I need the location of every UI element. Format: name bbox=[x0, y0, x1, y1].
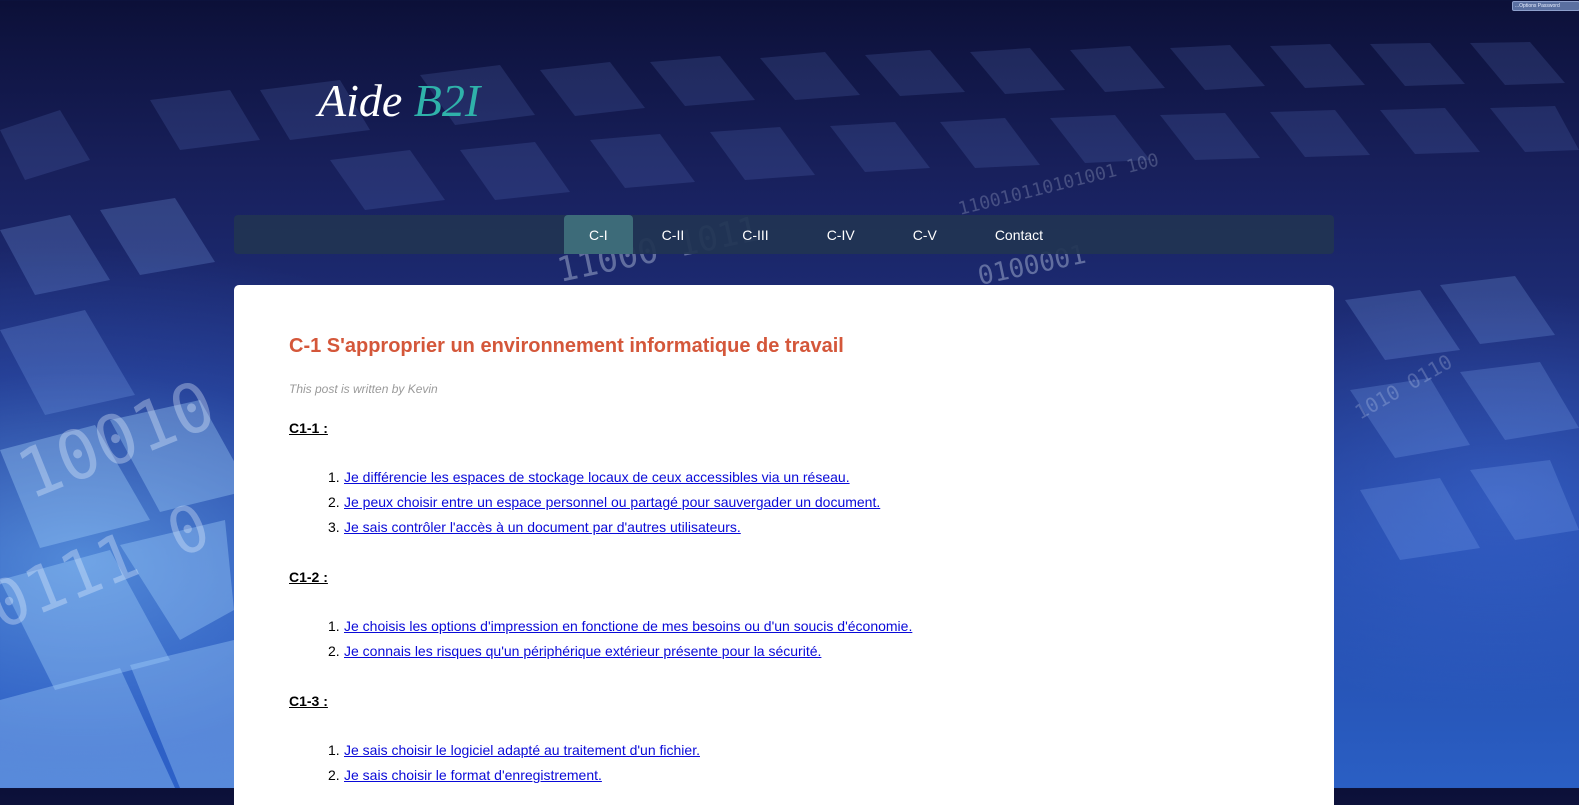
site-logo[interactable]: Aide B2I bbox=[318, 74, 480, 127]
competency-link[interactable]: Je sais contrôler l'accès à un document … bbox=[344, 519, 741, 535]
competency-link[interactable]: Je peux choisir entre un espace personne… bbox=[344, 494, 880, 510]
section-heading: C1-3 : bbox=[289, 693, 328, 709]
nav-item-c-iii[interactable]: C-III bbox=[713, 215, 797, 254]
browser-extension-badge[interactable]: ...Options Password bbox=[1512, 1, 1579, 11]
list-number: 2. bbox=[328, 643, 340, 659]
section-list: 1. Je différencie les espaces de stockage… bbox=[289, 468, 880, 543]
list-item: 2. Je connais les risques qu'un périphéri… bbox=[328, 642, 912, 667]
nav-item-c-i[interactable]: C-I bbox=[564, 215, 633, 254]
competency-link[interactable]: Je sais choisir le format d'enregistreme… bbox=[344, 767, 602, 783]
post-byline: This post is written by Kevin bbox=[289, 382, 438, 396]
list-number: 2. bbox=[328, 767, 340, 783]
competency-link[interactable]: Je différencie les espaces de stockage l… bbox=[344, 469, 850, 485]
list-number: 3. bbox=[328, 519, 340, 535]
section-list: 1. Je sais choisir le logiciel adapté au … bbox=[289, 741, 700, 791]
nav-item-c-v[interactable]: C-V bbox=[884, 215, 966, 254]
competency-section-c1-2: C1-2 : 1. Je choisis les options d'impres… bbox=[289, 568, 912, 667]
list-item: 1. Je choisis les options d'impression en… bbox=[328, 617, 912, 642]
extension-badge-label: ...Options Password bbox=[1515, 3, 1560, 9]
section-list: 1. Je choisis les options d'impression en… bbox=[289, 617, 912, 667]
logo-text-main: Aide bbox=[318, 75, 403, 126]
nav-list: C-I C-II C-III C-IV C-V Contact bbox=[564, 215, 1072, 254]
list-item: 1. Je sais choisir le logiciel adapté au … bbox=[328, 741, 700, 766]
competency-link[interactable]: Je connais les risques qu'un périphériqu… bbox=[344, 643, 821, 659]
list-number: 1. bbox=[328, 742, 340, 758]
competency-section-c1-3: C1-3 : 1. Je sais choisir le logiciel ada… bbox=[289, 692, 700, 791]
competency-link[interactable]: Je sais choisir le logiciel adapté au tr… bbox=[344, 742, 700, 758]
nav-item-contact[interactable]: Contact bbox=[966, 215, 1072, 254]
post-title: C-1 S'approprier un environnement inform… bbox=[289, 335, 844, 357]
nav-item-c-iv[interactable]: C-IV bbox=[798, 215, 884, 254]
list-item: 2. Je sais choisir le format d'enregistre… bbox=[328, 766, 700, 791]
main-navbar: C-I C-II C-III C-IV C-V Contact bbox=[234, 215, 1334, 254]
section-heading: C1-2 : bbox=[289, 569, 328, 585]
competency-section-c1-1: C1-1 : 1. Je différencie les espaces de s… bbox=[289, 419, 880, 543]
competency-link[interactable]: Je choisis les options d'impression en f… bbox=[344, 618, 912, 634]
section-heading: C1-1 : bbox=[289, 420, 328, 436]
logo-text-accent: B2I bbox=[413, 75, 481, 126]
list-item: 3. Je sais contrôler l'accès à un documen… bbox=[328, 518, 880, 543]
list-number: 1. bbox=[328, 618, 340, 634]
post-content: C-1 S'approprier un environnement inform… bbox=[234, 285, 1334, 805]
list-number: 1. bbox=[328, 469, 340, 485]
nav-item-c-ii[interactable]: C-II bbox=[633, 215, 714, 254]
list-item: 2. Je peux choisir entre un espace person… bbox=[328, 493, 880, 518]
list-item: 1. Je différencie les espaces de stockage… bbox=[328, 468, 880, 493]
list-number: 2. bbox=[328, 494, 340, 510]
